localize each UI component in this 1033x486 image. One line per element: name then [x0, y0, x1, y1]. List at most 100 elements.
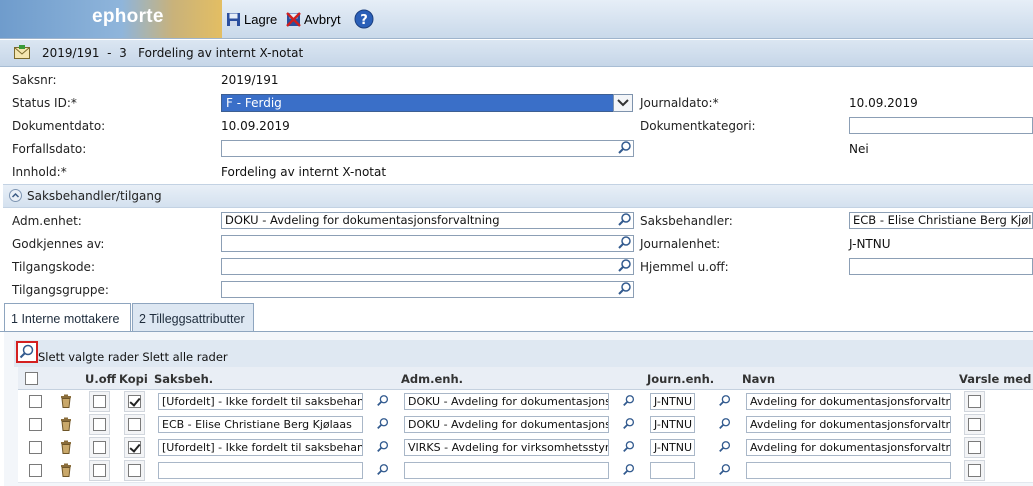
saksbeh-input[interactable]: [158, 462, 363, 479]
search-icon[interactable]: [718, 394, 732, 411]
select-all-checkbox[interactable]: [25, 372, 38, 385]
adm-input[interactable]: VIRKS - Avdeling for virksomhetsstyring: [404, 439, 609, 456]
tilgangsgruppe-input[interactable]: [221, 281, 634, 298]
status-select[interactable]: F - Ferdig: [221, 94, 633, 112]
dokumentkategori-label: Dokumentkategori:: [640, 119, 756, 133]
col-saksbeh[interactable]: Saksbeh.: [154, 372, 213, 386]
journalenhet-value: J-NTNU: [849, 237, 891, 251]
search-icon[interactable]: [617, 235, 633, 251]
search-icon[interactable]: [718, 417, 732, 434]
tab-label: Interne mottakere: [21, 312, 120, 326]
forfallsdato-label: Forfallsdato:: [12, 142, 87, 156]
kopi-checkbox[interactable]: [128, 441, 141, 454]
forfallsdato-input[interactable]: [221, 140, 634, 157]
search-icon[interactable]: [617, 281, 633, 297]
save-icon: [227, 12, 240, 26]
saksbehandler-input[interactable]: ECB - Elise Christiane Berg Kjølaas: [849, 212, 1033, 229]
cancel-label: Avbryt: [304, 11, 341, 27]
saksbeh-input[interactable]: ECB - Elise Christiane Berg Kjølaas: [158, 416, 363, 433]
cancel-button[interactable]: Avbryt: [286, 10, 341, 28]
saksnr-value: 2019/191: [221, 73, 279, 87]
col-uoff[interactable]: U.off: [85, 372, 116, 386]
varsle-checkbox[interactable]: [968, 464, 981, 477]
kopi-checkbox[interactable]: [128, 395, 141, 408]
journ-input[interactable]: [650, 462, 695, 479]
kopi-checkbox[interactable]: [128, 418, 141, 431]
adm-input[interactable]: DOKU - Avdeling for dokumentasjonsforval…: [404, 393, 609, 410]
trash-icon[interactable]: [60, 394, 72, 411]
row-select-checkbox[interactable]: [29, 464, 42, 477]
hjemmel-label: Hjemmel u.off:: [640, 260, 729, 274]
trash-icon[interactable]: [60, 440, 72, 457]
svg-text:?: ?: [360, 13, 368, 28]
varsle-checkbox[interactable]: [968, 441, 981, 454]
tab-interne-mottakere[interactable]: 1 Interne mottakere: [4, 303, 131, 332]
search-icon[interactable]: [718, 463, 732, 480]
uoff-checkbox[interactable]: [93, 418, 106, 431]
varsle-checkbox[interactable]: [968, 418, 981, 431]
search-icon[interactable]: [16, 341, 38, 363]
journaldato-value: 10.09.2019: [849, 96, 918, 110]
navn-input[interactable]: [746, 462, 951, 479]
col-navn[interactable]: Navn: [742, 372, 775, 386]
search-icon[interactable]: [376, 394, 390, 411]
col-varsle[interactable]: Varsle med E: [959, 372, 1033, 386]
navn-input[interactable]: Avdeling for dokumentasjonsforvaltning: [746, 393, 951, 410]
navn-input[interactable]: Avdeling for dokumentasjonsforvaltning: [746, 416, 951, 433]
dokumentkategori-input[interactable]: [849, 117, 1033, 134]
tilgangskode-input[interactable]: [221, 258, 634, 275]
search-icon[interactable]: [376, 463, 390, 480]
row-select-checkbox[interactable]: [29, 418, 42, 431]
godkjennes-input[interactable]: [221, 235, 634, 252]
row-select-checkbox[interactable]: [29, 395, 42, 408]
journ-input[interactable]: J-NTNU: [650, 416, 695, 433]
varsle-checkbox[interactable]: [968, 395, 981, 408]
grid-actions[interactable]: Slett valgte rader Slett alle rader: [38, 350, 228, 364]
journ-input[interactable]: J-NTNU: [650, 393, 695, 410]
adm-input[interactable]: DOKU - Avdeling for dokumentasjonsforval…: [404, 416, 609, 433]
tab-number: 2: [139, 312, 146, 326]
help-icon[interactable]: ?: [354, 9, 374, 32]
navn-input[interactable]: Avdeling for dokumentasjonsforvaltning: [746, 439, 951, 456]
journ-input[interactable]: J-NTNU: [650, 439, 695, 456]
trash-icon[interactable]: [60, 463, 72, 480]
tilgangskode-label: Tilgangskode:: [12, 260, 95, 274]
page-title: 2019/191 - 3 Fordeling av internt X-nota…: [42, 46, 304, 60]
col-adm[interactable]: Adm.enh.: [401, 372, 463, 386]
collapse-icon[interactable]: [9, 189, 22, 205]
adm-input[interactable]: DOKU - Avdeling for dokumentasjonsforval…: [221, 212, 634, 229]
journalenhet-label: Journalenhet:: [640, 237, 721, 251]
save-button[interactable]: Lagre: [226, 10, 277, 28]
search-icon[interactable]: [718, 440, 732, 457]
uoff-checkbox[interactable]: [93, 464, 106, 477]
search-icon[interactable]: [622, 463, 636, 480]
search-icon[interactable]: [622, 394, 636, 411]
search-icon[interactable]: [622, 417, 636, 434]
search-icon[interactable]: [617, 258, 633, 274]
adm-label: Adm.enhet:: [12, 214, 82, 228]
nei-value: Nei: [849, 142, 869, 156]
trash-icon[interactable]: [60, 417, 72, 434]
dokumentdato-value: 10.09.2019: [221, 119, 290, 133]
search-icon[interactable]: [622, 440, 636, 457]
uoff-checkbox[interactable]: [93, 441, 106, 454]
chevron-down-icon[interactable]: [613, 94, 633, 112]
tab-tilleggsattributter[interactable]: 2 Tilleggsattributter: [132, 303, 254, 332]
kopi-checkbox[interactable]: [128, 464, 141, 477]
uoff-checkbox[interactable]: [93, 395, 106, 408]
col-journ[interactable]: Journ.enh.: [647, 372, 714, 386]
hjemmel-input[interactable]: [849, 258, 1033, 275]
row-select-checkbox[interactable]: [29, 441, 42, 454]
search-icon[interactable]: [376, 417, 390, 434]
saksbeh-input[interactable]: [Ufordelt] - Ikke fordelt til saksbehand…: [158, 439, 363, 456]
search-icon[interactable]: [376, 440, 390, 457]
adm-input[interactable]: [404, 462, 609, 479]
saksnr-label: Saksnr:: [12, 73, 57, 87]
search-icon[interactable]: [617, 212, 633, 228]
col-kopi[interactable]: Kopi: [119, 372, 148, 386]
dokumentdato-label: Dokumentdato:: [12, 119, 106, 133]
godkjennes-label: Godkjennes av:: [12, 237, 105, 251]
saksbeh-input[interactable]: [Ufordelt] - Ikke fordelt til saksbehand…: [158, 393, 363, 410]
search-icon[interactable]: [617, 140, 633, 156]
cancel-icon: [286, 11, 301, 27]
